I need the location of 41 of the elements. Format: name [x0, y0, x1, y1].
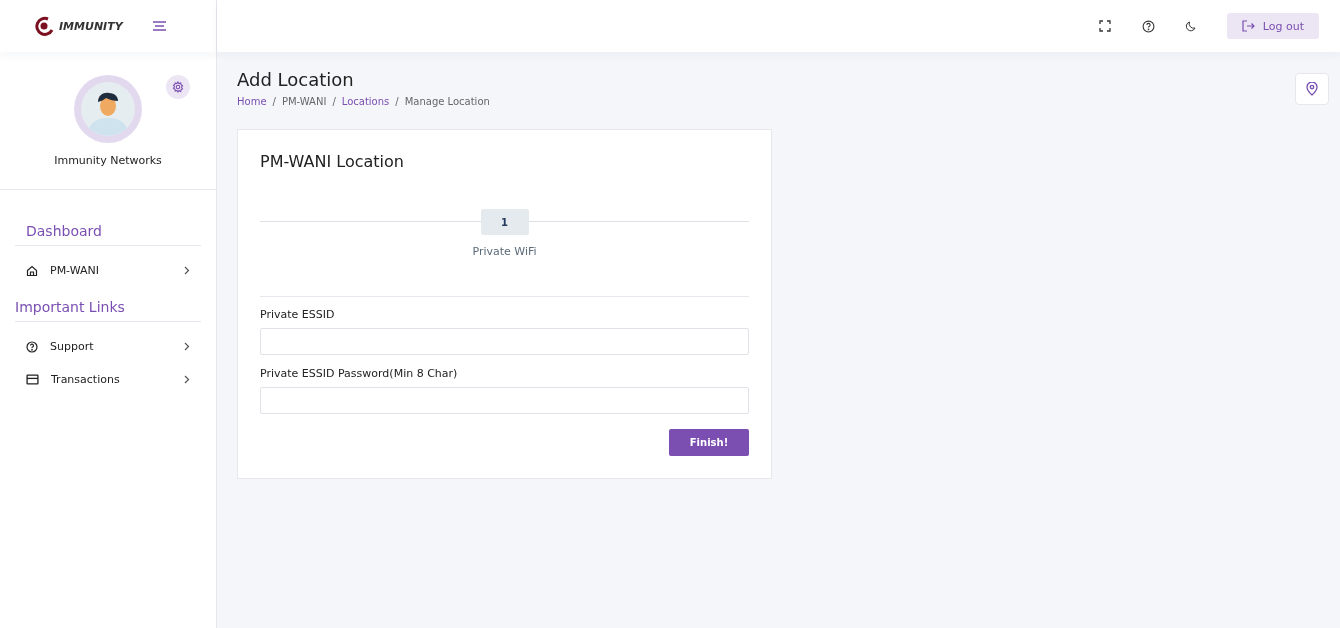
step-label: Private WiFi [472, 245, 537, 258]
settings-button[interactable] [166, 75, 190, 99]
nav-item[interactable]: Transactions [0, 363, 216, 396]
profile-name: Immunity Networks [54, 154, 162, 167]
breadcrumb-separator: / [395, 96, 399, 107]
section-title: Dashboard [26, 223, 103, 239]
breadcrumb-separator: / [272, 96, 276, 107]
chevron-icon [184, 266, 190, 275]
step-number: 1 [480, 209, 529, 235]
menu-icon[interactable] [152, 21, 166, 31]
breadcrumb-link[interactable]: Home [237, 96, 267, 107]
logo-text: IMMUNITY [59, 19, 123, 33]
field-label: Private ESSID Password(Min 8 Char) [260, 367, 459, 380]
card-title: PM-WANI Location [260, 152, 405, 171]
map-pin-icon [1306, 82, 1318, 96]
help-icon [26, 340, 38, 353]
help-icon [1141, 19, 1155, 33]
breadcrumb-separator: / [332, 96, 336, 107]
logo-mark-icon [34, 16, 56, 36]
chevron-icon [184, 342, 190, 351]
input-field[interactable] [260, 328, 749, 355]
breadcrumb-text: PM-WANI [281, 96, 327, 107]
nav-item[interactable]: Support [0, 330, 216, 363]
input-field[interactable] [260, 387, 749, 414]
breadcrumb-text: Manage Location [404, 96, 490, 107]
settings-icon [172, 81, 184, 93]
fullscreen-icon [1099, 20, 1112, 32]
moon-icon [1185, 19, 1198, 33]
card-icon [26, 374, 39, 385]
nav-item[interactable]: PM-WANI [0, 254, 216, 287]
home-icon [26, 264, 38, 277]
location-button[interactable] [1295, 73, 1329, 105]
person-silhouette-icon [81, 82, 135, 136]
breadcrumb-link[interactable]: Locations [341, 96, 390, 107]
section-title: Important Links [15, 299, 126, 315]
chevron-icon [184, 375, 190, 384]
logout-icon [1241, 20, 1255, 32]
page-title: Add Location [237, 69, 354, 90]
finish-button[interactable]: Finish! [669, 429, 749, 456]
field-label: Private ESSID [260, 308, 336, 321]
logout-button[interactable]: Log out [1226, 13, 1319, 39]
